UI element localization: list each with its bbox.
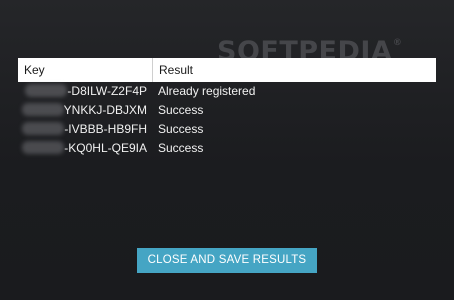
result-cell: Already registered [158,84,256,98]
key-text: -D8ILW-Z2F4P [67,84,147,99]
table-header: Key Result [18,58,436,82]
column-header-result[interactable]: Result [152,58,436,82]
table-row[interactable]: -D8ILW-Z2F4P Already registered [18,82,436,101]
results-dialog: SOFTPEDIA ® Key Result -D8ILW-Z2F4P Alrea… [0,0,454,300]
key-cell: YNKKJ-DBJXM [18,101,147,120]
key-cell: -D8ILW-Z2F4P [18,82,147,101]
result-cell: Success [158,122,204,136]
table-row[interactable]: -IVBBB-HB9FH Success [18,120,436,139]
key-text: -KQ0HL-QE9IA [64,141,147,156]
result-cell: Success [158,103,204,117]
column-header-key[interactable]: Key [18,58,152,82]
redacted-key-part [25,84,68,98]
key-text: -IVBBB-HB9FH [64,122,147,137]
close-and-save-results-button[interactable]: CLOSE AND SAVE RESULTS [137,248,317,273]
redacted-key-part [22,122,65,136]
table-row[interactable]: -KQ0HL-QE9IA Success [18,139,436,158]
key-cell: -KQ0HL-QE9IA [18,139,147,158]
results-table: Key Result -D8ILW-Z2F4P Already register… [18,58,436,158]
key-text: YNKKJ-DBJXM [63,103,147,118]
result-cell: Success [158,141,204,155]
table-row[interactable]: YNKKJ-DBJXM Success [18,101,436,120]
key-cell: -IVBBB-HB9FH [18,120,147,139]
registered-mark: ® [392,38,403,48]
redacted-key-part [22,141,65,155]
redacted-key-part [21,103,64,117]
